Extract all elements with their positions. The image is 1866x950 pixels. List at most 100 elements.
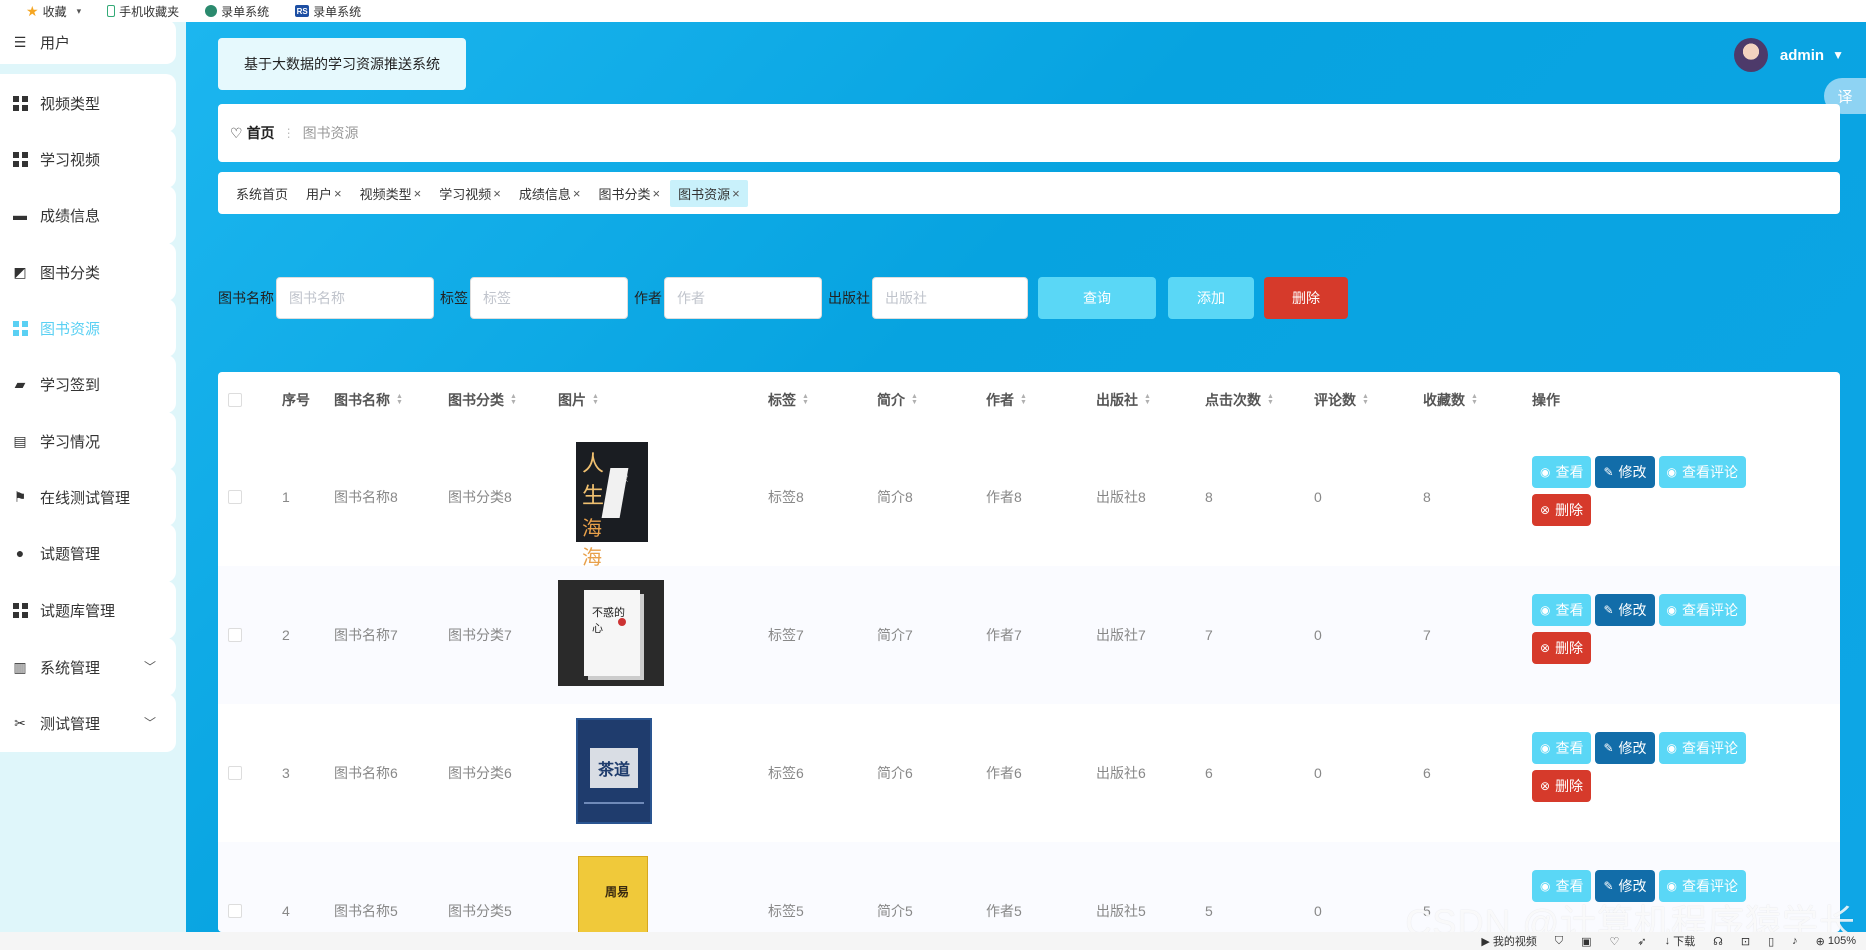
col-favorites[interactable]: 收藏数 ▲ ▼ <box>1423 390 1478 410</box>
sort-icon[interactable]: ▲ ▼ <box>911 393 918 406</box>
close-icon[interactable]: × <box>573 186 581 201</box>
sidebar-item-study-status[interactable]: ▤ 学习情况 <box>0 412 176 470</box>
sidebar-item-online-test[interactable]: ⚑ 在线测试管理 <box>0 468 176 526</box>
sort-icon[interactable]: ▲ ▼ <box>396 393 403 406</box>
bookmark-system-2[interactable]: RS 录单系统 <box>295 3 361 20</box>
close-icon[interactable]: × <box>652 186 660 201</box>
user-menu[interactable]: admin ▼ <box>1733 38 1844 72</box>
sidebar-item-video-types[interactable]: 视频类型 <box>0 74 176 132</box>
sidebar-item-users[interactable]: ☰ 用户 <box>0 20 176 64</box>
rs-icon: RS <box>295 5 310 17</box>
sort-icon[interactable]: ▲ ▼ <box>1267 393 1274 406</box>
bookmark-system-1[interactable]: 录单系统 <box>205 3 269 20</box>
tab-scores[interactable]: 成绩信息 × <box>511 180 589 207</box>
headset-icon[interactable]: ☊ <box>1713 935 1723 948</box>
cell-book-name: 图书名称8 <box>334 489 398 505</box>
row-checkbox[interactable] <box>228 428 242 566</box>
close-icon[interactable]: × <box>493 186 501 201</box>
tab-home[interactable]: 系统首页 <box>228 180 296 207</box>
bookmark-mobile[interactable]: 手机收藏夹 <box>107 3 179 20</box>
delete-button[interactable]: ⊗ 删除 <box>1532 770 1592 802</box>
bookmark-favorites[interactable]: ★ 收藏 ▾ <box>26 3 81 20</box>
select-all-checkbox[interactable] <box>228 393 242 407</box>
tab-users[interactable]: 用户 × <box>298 180 350 207</box>
view-button[interactable]: ◉ 查看 <box>1532 732 1592 764</box>
breadcrumb-home[interactable]: ♡ 首页 <box>230 123 275 143</box>
shield-icon[interactable]: ⛉ <box>1555 935 1563 948</box>
book-name-input[interactable] <box>276 277 434 319</box>
tag-input[interactable] <box>470 277 628 319</box>
book-cover-image[interactable]: 人 生 麦家 海 海 <box>576 442 648 569</box>
close-icon[interactable]: × <box>732 186 740 201</box>
zoom-item[interactable]: ⊕ 105% <box>1816 935 1856 948</box>
cell-clicks: 6 <box>1205 765 1213 781</box>
grid-icon <box>12 95 28 111</box>
sort-icon[interactable]: ▲ ▼ <box>802 393 809 406</box>
col-intro[interactable]: 简介 ▲ ▼ <box>877 390 918 410</box>
tab-book-categories[interactable]: 图书分类 × <box>590 180 668 207</box>
book-cover-image[interactable]: 茶道 <box>576 718 652 824</box>
tab-book-resources[interactable]: 图书资源 × <box>670 179 748 207</box>
row-checkbox[interactable] <box>228 566 242 704</box>
view-comments-button[interactable]: ◉ 查看评论 <box>1658 456 1747 488</box>
sort-icon[interactable]: ▲ ▼ <box>1020 393 1027 406</box>
delete-button[interactable]: ⊗ 删除 <box>1532 632 1592 664</box>
col-book-category[interactable]: 图书分类 ▲ ▼ <box>448 390 517 410</box>
tab-study-videos[interactable]: 学习视频 × <box>431 180 509 207</box>
download-item[interactable]: ↓ 下载 <box>1665 933 1696 949</box>
game-icon[interactable]: ♡ <box>1609 935 1619 948</box>
row-checkbox[interactable] <box>228 842 242 932</box>
col-publisher[interactable]: 出版社 ▲ ▼ <box>1096 390 1151 410</box>
batch-delete-button[interactable]: 删除 <box>1264 277 1348 319</box>
publisher-input[interactable] <box>872 277 1028 319</box>
view-button[interactable]: ◉ 查看 <box>1532 456 1592 488</box>
col-clicks[interactable]: 点击次数 ▲ ▼ <box>1205 390 1274 410</box>
close-icon[interactable]: × <box>334 186 342 201</box>
view-comments-button[interactable]: ◉ 查看评论 <box>1658 594 1747 626</box>
sort-icon[interactable]: ▲ ▼ <box>1144 393 1151 406</box>
delete-button[interactable]: ⊗ 删除 <box>1532 494 1592 526</box>
tab-video-types[interactable]: 视频类型 × <box>352 180 430 207</box>
close-icon[interactable]: × <box>414 186 422 201</box>
book-cover-image[interactable]: 不惑的心 <box>558 580 664 686</box>
sidebar-item-test-management[interactable]: ✂ 测试管理 ﹀ <box>0 694 176 752</box>
col-book-name[interactable]: 图书名称 ▲ ▼ <box>334 390 403 410</box>
col-image[interactable]: 图片 ▲ ▼ <box>558 390 599 410</box>
sidebar-item-questions[interactable]: ● 试题管理 <box>0 524 176 582</box>
sidebar-item-system-management[interactable]: ▥ 系统管理 ﹀ <box>0 638 176 696</box>
sidebar-item-study-videos[interactable]: 学习视频 <box>0 130 176 188</box>
screenshot-icon[interactable]: ⊡ <box>1741 935 1750 948</box>
edit-button[interactable]: ✎ 修改 <box>1595 594 1655 626</box>
col-author[interactable]: 作者 ▲ ▼ <box>986 390 1027 410</box>
caret-down-icon: ▼ <box>1832 48 1844 62</box>
sliders-icon: ☰ <box>13 33 27 50</box>
sort-icon[interactable]: ▲ ▼ <box>592 393 599 406</box>
add-button[interactable]: 添加 <box>1168 277 1254 319</box>
view-comments-button[interactable]: ◉ 查看评论 <box>1658 732 1747 764</box>
sort-icon[interactable]: ▲ ▼ <box>1471 393 1478 406</box>
publisher-label: 出版社 <box>828 290 870 306</box>
pencil-icon: ✎ <box>1603 603 1614 617</box>
query-button[interactable]: 查询 <box>1038 277 1156 319</box>
sidebar-item-book-resources[interactable]: 图书资源 <box>0 299 176 357</box>
volume-icon[interactable]: ♪ <box>1792 935 1798 947</box>
edit-button[interactable]: ✎ 修改 <box>1595 456 1655 488</box>
sidebar-item-scores[interactable]: ▬ 成绩信息 <box>0 186 176 244</box>
rocket-icon[interactable]: ➶ <box>1637 935 1646 948</box>
col-tag[interactable]: 标签 ▲ ▼ <box>768 390 809 410</box>
sidebar-item-question-bank[interactable]: 试题库管理 <box>0 581 176 639</box>
sidebar-item-book-categories[interactable]: ◩ 图书分类 <box>0 243 176 301</box>
my-videos-item[interactable]: ▶ 我的视频 <box>1481 933 1536 949</box>
col-comments[interactable]: 评论数 ▲ ▼ <box>1314 390 1369 410</box>
edit-button[interactable]: ✎ 修改 <box>1595 732 1655 764</box>
image-icon[interactable]: ▣ <box>1581 935 1591 948</box>
sort-icon[interactable]: ▲ ▼ <box>1362 393 1369 406</box>
author-input[interactable] <box>664 277 822 319</box>
view-button[interactable]: ◉ 查看 <box>1532 594 1592 626</box>
window-icon[interactable]: ▯ <box>1768 935 1774 948</box>
book-cover-image[interactable]: 周易 <box>578 856 648 932</box>
sidebar-item-checkin[interactable]: ▰ 学习签到 <box>0 355 176 413</box>
sort-icon[interactable]: ▲ ▼ <box>510 393 517 406</box>
eye-icon: ◉ <box>1540 741 1551 755</box>
row-checkbox[interactable] <box>228 704 242 842</box>
